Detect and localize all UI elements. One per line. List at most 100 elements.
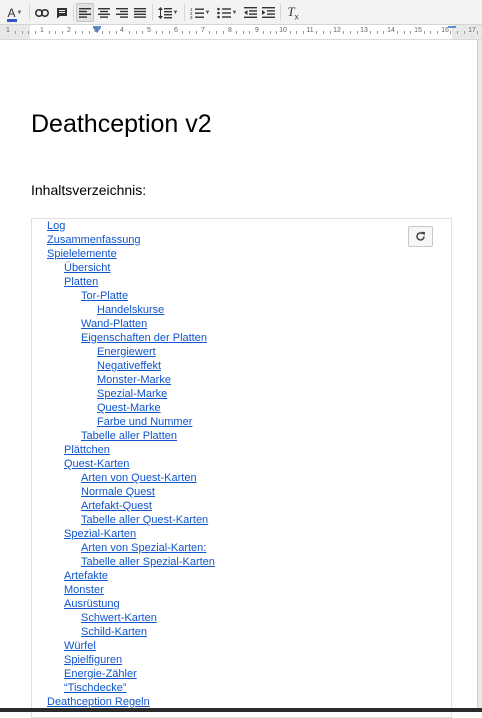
right-indent-marker[interactable]: [448, 26, 456, 28]
toc-link[interactable]: Farbe und Nummer: [97, 416, 192, 429]
clear-formatting-button[interactable]: Tx: [283, 3, 303, 22]
align-right-button[interactable]: [113, 3, 131, 22]
ruler-tick: [209, 31, 210, 34]
toc-link[interactable]: Würfel: [64, 640, 96, 653]
align-left-button[interactable]: [76, 3, 94, 22]
ruler-number: 9: [255, 27, 259, 34]
ruler-number: 1: [6, 27, 10, 34]
toc-link[interactable]: Normale Quest: [81, 486, 155, 499]
toolbar-divider: [29, 4, 30, 21]
ruler-tick: [75, 31, 76, 34]
ruler-tick: [350, 31, 351, 34]
ruler-tick: [457, 31, 458, 34]
ruler-tick: [109, 31, 110, 34]
ruler-tick: [82, 31, 83, 34]
toc-link[interactable]: Arten von Spezial-Karten:: [81, 542, 206, 555]
ruler-number: 10: [279, 27, 287, 34]
window-bottom-edge: [0, 708, 482, 712]
justify-icon: [134, 7, 146, 18]
toc-link[interactable]: Tor-Platte: [81, 290, 128, 303]
bulleted-list-button[interactable]: ▼: [214, 3, 240, 22]
ruler-tick: [223, 31, 224, 34]
toc-link[interactable]: Spielfiguren: [64, 654, 122, 667]
decrease-indent-button[interactable]: [241, 3, 259, 22]
ruler-tick: [263, 31, 264, 34]
insert-link-button[interactable]: [33, 3, 51, 22]
toc-heading: Inhaltsverzeichnis:: [31, 182, 147, 198]
toc-link[interactable]: Wand-Platten: [81, 318, 147, 331]
ruler-tick: [276, 31, 277, 34]
toc-link[interactable]: Spezial-Marke: [97, 388, 167, 401]
ruler-tick: [89, 31, 90, 34]
ruler-number: 14: [387, 27, 395, 34]
ruler-tick: [404, 31, 405, 34]
justify-button[interactable]: [131, 3, 149, 22]
toc-link[interactable]: Schild-Karten: [81, 626, 147, 639]
align-center-icon: [98, 7, 110, 18]
toc-link[interactable]: Energie-Zähler: [64, 668, 137, 681]
ruler-tick: [49, 31, 50, 34]
toc-link[interactable]: Monster-Marke: [97, 374, 171, 387]
ruler-tick: [243, 31, 244, 34]
insert-comment-button[interactable]: [53, 3, 71, 22]
ruler-tick: [102, 31, 103, 34]
increase-indent-icon: [261, 7, 275, 18]
toc-link[interactable]: Tabelle aller Spezial-Karten: [81, 556, 215, 569]
toc-link[interactable]: Handelskurse: [97, 304, 164, 317]
toc-link[interactable]: Spezial-Karten: [64, 528, 136, 541]
ruler-number: 2: [67, 27, 71, 34]
ruler-tick: [162, 31, 163, 34]
toc-link[interactable]: Eigenschaften der Platten: [81, 332, 207, 345]
horizontal-ruler[interactable]: 1 1 2 3 4 5 6 7 8 9 10 11 12 13 14 15 16 17: [0, 25, 482, 40]
toc-link[interactable]: Monster: [64, 584, 104, 597]
toc-link[interactable]: Log: [47, 220, 65, 233]
toc-link[interactable]: Negativeffekt: [97, 360, 161, 373]
toc-link[interactable]: Spielelemente: [47, 248, 117, 261]
toc-link[interactable]: Artefakt-Quest: [81, 500, 152, 513]
align-right-icon: [116, 7, 128, 18]
toc-link[interactable]: Artefakte: [64, 570, 108, 583]
ruler-tick: [477, 31, 478, 34]
text-color-button[interactable]: A ▼: [3, 3, 27, 22]
ruler-tick: [357, 31, 358, 34]
ruler-tick: [142, 31, 143, 34]
toc-link[interactable]: Plättchen: [64, 444, 110, 457]
refresh-icon: [416, 231, 425, 241]
ruler-tick: [35, 31, 36, 34]
ruler-tick: [129, 31, 130, 34]
toc-link[interactable]: Energiewert: [97, 346, 156, 359]
toc-link[interactable]: Arten von Quest-Karten: [81, 472, 197, 485]
ruler-tick: [28, 31, 29, 34]
toc-link[interactable]: Quest-Marke: [97, 402, 161, 415]
toc-link[interactable]: Quest-Karten: [64, 458, 129, 471]
numbered-list-button[interactable]: 1 2 3 ▼: [187, 3, 213, 22]
bulleted-list-icon: [216, 7, 231, 18]
toc-link[interactable]: Zusammenfassung: [47, 234, 141, 247]
toc-link[interactable]: Tabelle aller Quest-Karten: [81, 514, 208, 527]
ruler-tick: [410, 31, 411, 34]
ruler-number: 4: [120, 27, 124, 34]
ruler-tick: [62, 31, 63, 34]
toc-refresh-button[interactable]: [408, 226, 433, 247]
toc-link[interactable]: Ausrüstung: [64, 598, 120, 611]
ruler-tick: [430, 31, 431, 34]
vertical-scrollbar-track[interactable]: [477, 40, 482, 712]
ruler-tick: [22, 31, 23, 34]
toc-link[interactable]: Platten: [64, 276, 98, 289]
toc-link[interactable]: Übersicht: [64, 262, 110, 275]
toc-link[interactable]: Schwert-Karten: [81, 612, 157, 625]
align-left-icon: [79, 7, 91, 18]
ruler-number: 8: [228, 27, 232, 34]
ruler-tick: [370, 31, 371, 34]
ruler-tick: [55, 31, 56, 34]
toc-link[interactable]: “Tischdecke”: [64, 682, 127, 695]
text-color-swatch: [6, 18, 17, 22]
increase-indent-button[interactable]: [259, 3, 277, 22]
ruler-tick: [116, 31, 117, 34]
text-color-icon: A: [6, 7, 17, 22]
line-spacing-button[interactable]: ▼: [155, 3, 181, 22]
svg-text:3: 3: [190, 15, 193, 19]
align-center-button[interactable]: [95, 3, 113, 22]
toc-link[interactable]: Tabelle aller Platten: [81, 430, 177, 443]
decrease-indent-icon: [243, 7, 257, 18]
